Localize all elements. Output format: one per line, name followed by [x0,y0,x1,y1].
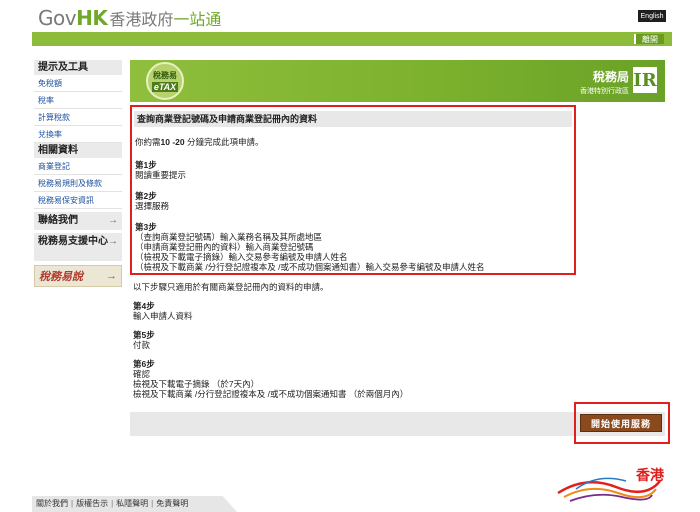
footer-separator: | [111,499,114,508]
sidebar-link-business-registration[interactable]: 商業登記 [34,158,122,175]
arrow-right-icon: → [106,270,117,282]
step-1-label: 第1步 [135,160,157,170]
brand-hong-kong-text: 香港 [636,467,664,483]
service-title: 查詢商業登記號碼及申請商業登記冊內的資料 [134,111,572,127]
footer-links: 關於我們 | 版權告示 | 私隱聲明 | 免責聲明 [32,496,237,512]
step-2-text: 選擇服務 [135,201,170,211]
arrow-right-icon: → [108,236,118,247]
service-steps: 你約需10 -20 分鐘完成此項申請。 第1步 閱讀重要提示 第2步 選擇服務 … [135,137,571,272]
footer-link-about-us[interactable]: 關於我們 [36,499,68,508]
sidebar-link-allowances[interactable]: 免稅額 [34,75,122,92]
step-5-text: 付款 [133,340,151,350]
step-6-line: 檢視及下載電子摘錄 （於7天內） [133,379,260,389]
sidebar-item-contact-us[interactable]: 聯絡我們 → [34,212,122,230]
etax-header-banner: 稅務易 eTAX 稅務局 香港特別行政區 IR [130,60,665,102]
ird-logo-icon: IR [633,67,657,93]
start-service-button[interactable]: 開始使用服務 [580,414,662,432]
govhk-logo[interactable]: Gov HK 香港政府 一站通 [38,6,222,30]
sidebar-link-tax-rates[interactable]: 稅率 [34,92,122,109]
etax-talk-label: 稅務易說 [39,271,83,283]
step-6-line: 檢視及下載商業 /分行登記證複本及 /或不成功個案通知書 （於兩個月內） [133,389,409,399]
time-estimate-value: 10 -20 [160,137,185,147]
etax-logo: 稅務易 eTAX [146,62,184,100]
step-3-line: （檢視及下載商業 /分行登記證複本及 /或不成功個案通知書）輸入交易參考編號及申… [135,262,485,272]
step-3-label: 第3步 [135,222,157,232]
footer-link-disclaimer[interactable]: 免責聲明 [156,499,188,508]
additional-steps: 以下步驟只適用於有關商業登記冊內的資料的申請。 第4步 輸入申請人資料 第5步 … [133,282,563,399]
logo-chinese-text: 香港政府 [109,10,174,29]
etax-logo-chinese: 稅務易 [153,71,177,80]
etax-logo-english: eTAX [151,82,179,92]
logo-gov-text: Gov [38,6,77,30]
logo-one-stop-text: 一站通 [173,10,222,29]
arrow-right-icon: → [108,215,118,226]
step-6-line: 確認 [133,369,151,379]
step-5-label: 第5步 [133,330,155,340]
step-1-text: 閱讀重要提示 [135,170,187,180]
ird-name-block: 稅務局 香港特別行政區 [580,68,629,96]
additional-steps-note: 以下步驟只適用於有關商業登記冊內的資料的申請。 [133,282,329,292]
sidebar-link-etax-security[interactable]: 稅務易保安資訊 [34,192,122,209]
logo-hk-text: HK [76,6,108,30]
service-info-box: 查詢商業登記號碼及申請商業登記冊內的資料 你約需10 -20 分鐘完成此項申請。… [130,105,576,275]
footer-separator: | [71,499,74,508]
sidebar: 提示及工具 免稅額 稅率 計算稅款 兌換率 相關資料 商業登記 稅務易規則及條款… [34,60,122,287]
english-language-button[interactable]: English [638,10,666,22]
sidebar-section-related-info: 相關資料 [34,143,122,158]
time-estimate: 你約需10 -20 分鐘完成此項申請。 [135,137,571,147]
step-4-label: 第4步 [133,301,155,311]
support-centre-label: 稅務易支援中心 [38,236,108,247]
exit-button[interactable]: 離開 [634,34,664,44]
contact-us-label: 聯絡我們 [38,215,78,226]
step-3-line: （申請商業登記冊內的資料）輸入商業登記號碼 [135,242,314,252]
time-estimate-suffix: 分鐘完成此項申請。 [184,137,264,147]
sidebar-link-etax-terms[interactable]: 稅務易規則及條款 [34,175,122,192]
time-estimate-prefix: 你約需 [135,137,161,147]
footer-link-copyright[interactable]: 版權告示 [76,499,108,508]
step-3-line: （檢視及下載電子摘錄）輸入交易參考編號及申請人姓名 [135,252,348,262]
sidebar-item-support-centre[interactable]: 稅務易支援中心 → [34,233,122,261]
step-3-line: （查詢商業登記號碼）輸入業務名稱及其所處地區 [135,232,323,242]
footer-link-privacy[interactable]: 私隱聲明 [116,499,148,508]
footer-separator: | [151,499,154,508]
top-green-bar [32,32,672,46]
sidebar-section-tips-tools: 提示及工具 [34,60,122,75]
sidebar-etax-talk-banner[interactable]: 稅務易說 → [34,265,122,287]
sidebar-link-exchange-rates[interactable]: 兌換率 [34,126,122,143]
step-2-label: 第2步 [135,191,157,201]
step-6-label: 第6步 [133,359,155,369]
ird-name: 稅務局 [592,70,629,84]
step-4-text: 輸入申請人資料 [133,311,193,321]
sidebar-link-tax-calculator[interactable]: 計算稅款 [34,109,122,126]
ird-region: 香港特別行政區 [580,88,629,95]
brand-hong-kong-logo[interactable]: 香港 [556,463,668,503]
